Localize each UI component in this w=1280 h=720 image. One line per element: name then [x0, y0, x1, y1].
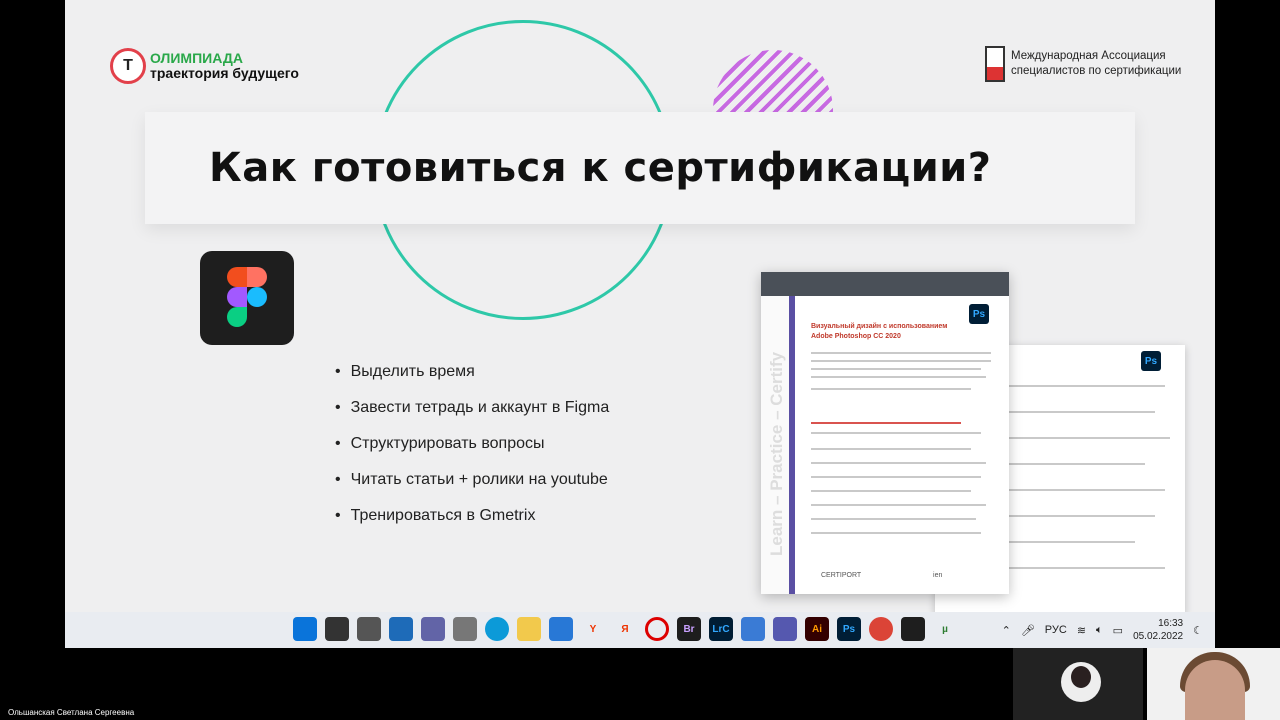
photoshop-icon: Ps [1141, 351, 1161, 371]
language-indicator[interactable]: РУС [1045, 624, 1067, 636]
ien-logo: ien [933, 572, 943, 579]
olympiad-logo-line1: ОЛИМПИАДА [150, 50, 243, 66]
document-title-line2: Adobe Photoshop CC 2020 [811, 333, 901, 340]
olympiad-logo-icon: Т [110, 48, 146, 84]
notes-icon[interactable] [741, 617, 765, 641]
photoshop-icon: Ps [969, 304, 989, 324]
yandex-icon[interactable]: Y [581, 617, 605, 641]
presentation-slide: Т ОЛИМПИАДА траектория будущего Междунар… [65, 0, 1215, 612]
document-title-line1: Визуальный дизайн с использованием [811, 323, 948, 330]
document-title: Визуальный дизайн с использованием Adobe… [811, 322, 947, 342]
yandex-browser-icon[interactable]: Я [613, 617, 637, 641]
figma-taskbar-icon[interactable] [901, 617, 925, 641]
list-item: Структурировать вопросы [335, 432, 609, 468]
edge-icon[interactable] [485, 617, 509, 641]
store-icon[interactable] [549, 617, 573, 641]
windows-start-icon[interactable] [293, 617, 317, 641]
bridge-icon[interactable]: Br [677, 617, 701, 641]
illustrator-icon[interactable]: Ai [805, 617, 829, 641]
association-logo-icon [985, 46, 1005, 82]
search-icon[interactable] [325, 617, 349, 641]
list-item: Завести тетрадь и аккаунт в Figma [335, 396, 610, 432]
document-preview: Learn – Practice – Certify Ps Визуальный… [761, 272, 1009, 594]
slide-title: Как готовиться к сертификации? [209, 145, 992, 191]
opera-icon[interactable] [645, 617, 669, 641]
tips-list: Выделить время Завести тетрадь и аккаунт… [335, 360, 610, 540]
association-logo: Международная Ассоциация специалистов по… [985, 46, 1181, 82]
list-item: Выделить время [335, 360, 609, 396]
speaker-face [1185, 660, 1245, 720]
association-line2: специалистов по сертификации [1011, 65, 1182, 77]
avatar [1061, 662, 1101, 702]
association-line1: Международная Ассоциация [1011, 50, 1166, 62]
certiport-logo: CERTIPORT [821, 572, 862, 579]
moon-icon[interactable]: ☾ [1193, 624, 1203, 637]
battery-icon[interactable]: ▭ [1113, 624, 1123, 637]
system-tray: ⌃ 🎤︎ РУС ≋ 🔈︎ ▭ 16:33 05.02.2022 ☾ [1002, 617, 1203, 643]
list-item: Тренироваться в Gmetrix [335, 504, 609, 540]
document-side-text: Learn – Practice – Certify [767, 351, 786, 556]
calculator-icon[interactable] [453, 617, 477, 641]
document-footer: CERTIPORT ien [821, 572, 942, 579]
clock[interactable]: 16:33 05.02.2022 [1133, 617, 1183, 643]
participant-name: Ольшанская Светлана Сергеевна [8, 708, 135, 717]
olympiad-logo-line2: траектория будущего [150, 65, 299, 81]
lightroom-classic-icon[interactable]: LrC [709, 617, 733, 641]
title-band: Как готовиться к сертификации? [145, 112, 1135, 224]
clock-time: 16:33 [1158, 618, 1184, 629]
photoshop-taskbar-icon[interactable]: Ps [837, 617, 861, 641]
chrome-icon[interactable] [869, 617, 893, 641]
participant-video-tile[interactable] [1013, 648, 1143, 720]
file-explorer-icon[interactable] [517, 617, 541, 641]
torrent-icon[interactable]: µ [933, 617, 957, 641]
screen: Т ОЛИМПИАДА траектория будущего Междунар… [0, 0, 1280, 720]
clock-date: 05.02.2022 [1133, 631, 1184, 642]
chat-icon[interactable] [421, 617, 445, 641]
figma-logo-icon [200, 251, 294, 345]
task-view-icon[interactable] [357, 617, 381, 641]
wifi-icon[interactable]: ≋ [1077, 624, 1086, 637]
widgets-icon[interactable] [389, 617, 413, 641]
document-side-band: Learn – Practice – Certify [761, 296, 795, 594]
microphone-icon[interactable]: 🎤︎ [1021, 624, 1035, 637]
olympiad-logo: Т ОЛИМПИАДА траектория будущего [110, 48, 299, 84]
teams-icon[interactable] [773, 617, 797, 641]
taskbar-apps: Y Я Br LrC Ai Ps µ [293, 617, 957, 641]
volume-icon[interactable]: 🔈︎ [1096, 624, 1103, 637]
document-header [761, 272, 1009, 296]
taskbar: Y Я Br LrC Ai Ps µ ⌃ 🎤︎ РУС ≋ 🔈︎ ▭ 16:33… [65, 612, 1215, 648]
chevron-up-icon[interactable]: ⌃ [1002, 624, 1011, 637]
list-item: Читать статьи + ролики на youtube [335, 468, 609, 504]
